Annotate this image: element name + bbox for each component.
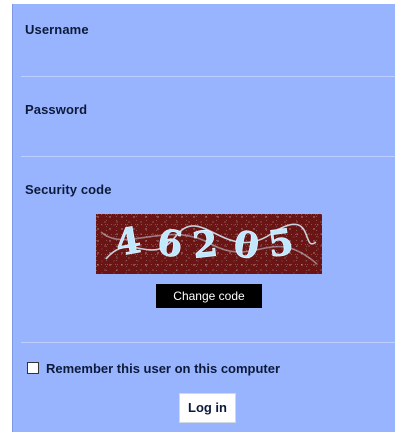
remember-row[interactable]: Remember this user on this computer — [27, 359, 280, 377]
divider — [21, 342, 395, 343]
security-code-label: Security code — [25, 182, 112, 197]
divider — [21, 76, 395, 77]
password-field[interactable] — [25, 124, 382, 148]
change-code-button[interactable]: Change code — [156, 284, 262, 308]
captcha-image: 46205 — [96, 214, 322, 274]
remember-label: Remember this user on this computer — [46, 360, 281, 376]
username-field[interactable] — [25, 44, 382, 68]
login-panel: Username Password Security code 4 6 2 0 … — [12, 4, 395, 432]
username-label: Username — [25, 22, 89, 37]
password-label: Password — [25, 102, 88, 117]
login-button[interactable]: Log in — [179, 393, 236, 423]
divider — [21, 156, 395, 157]
captcha-svg: 46205 — [96, 214, 322, 274]
captcha-char: 2 — [191, 223, 220, 267]
checkbox-icon[interactable] — [27, 362, 39, 374]
